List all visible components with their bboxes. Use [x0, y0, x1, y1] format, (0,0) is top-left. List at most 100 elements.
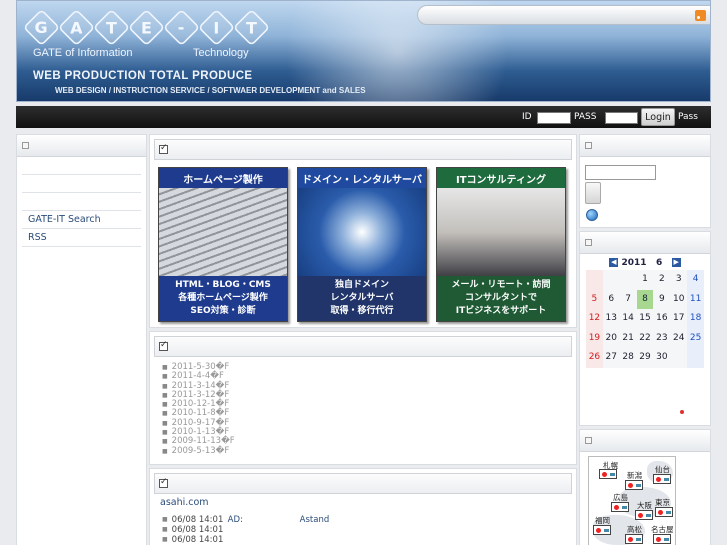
calendar-day[interactable]: 26 [586, 348, 603, 368]
left-arrow-icon[interactable]: ◀ [609, 258, 619, 267]
network-globe-image [298, 188, 426, 276]
right-arrow-icon[interactable]: ▶ [671, 258, 681, 267]
list-item[interactable]: 2009-5-13�F [162, 446, 235, 456]
logo-hex: T [92, 8, 131, 47]
calendar-day[interactable]: 30 [653, 348, 671, 368]
calendar-day [687, 348, 704, 368]
weather-icon [635, 510, 653, 520]
logo-hex: T [232, 8, 271, 47]
left-divider [22, 175, 141, 193]
weather-map[interactable]: 札幌 仙台 新潟 広島 大阪 東京 福岡 高松 名古屋 [588, 456, 676, 545]
calendar-day[interactable]: 9 [653, 289, 671, 309]
logo-subtitle-right: Technology [193, 47, 249, 59]
banner-footer: HTML・BLOG・CMS 各種ホームページ製作 SEO対策・診断 [159, 276, 287, 321]
services-block: ホームページ製作 HTML・BLOG・CMS各種ホームページ製作SEO対策・診断… [149, 134, 577, 328]
calendar-day[interactable]: 1 [636, 270, 654, 290]
news-row[interactable]: 06/08 14:01 [162, 535, 300, 545]
banner-it-consulting[interactable]: ITコンサルティング メール・リモート・訪問 コンサルタントで ITビジネスをサポー… [436, 167, 566, 322]
calendar-day[interactable]: 3 [670, 270, 688, 290]
calendar-day [586, 270, 603, 290]
checkbox-icon [159, 340, 168, 351]
calendar-block: ◀ 2011 6 ▶ 1 2 3 4 5 6 7 8 9 10 11 12 13… [579, 231, 711, 426]
globe-search-icon[interactable] [586, 209, 598, 221]
collapse-icon[interactable] [585, 437, 592, 444]
calendar-day[interactable]: 28 [619, 348, 637, 368]
login-button[interactable]: Login [641, 108, 675, 126]
site-logo[interactable]: G A T E - I T [22, 8, 271, 47]
right-sidebar: ◀ 2011 6 ▶ 1 2 3 4 5 6 7 8 9 10 11 12 13… [579, 134, 711, 545]
site-header: G A T E - I T GATE of Information Techno… [16, 0, 711, 102]
updates-block-header [154, 336, 572, 357]
calendar-day[interactable]: 18 [687, 309, 704, 329]
calendar-day [619, 270, 637, 290]
news-row[interactable]: 06/08 14:01AD:Astand [162, 515, 330, 525]
pass-input[interactable] [605, 112, 638, 124]
left-sidebar: GATE-IT Search RSS [16, 134, 147, 545]
calendar-day[interactable]: 25 [687, 328, 704, 348]
calendar-day[interactable]: 5 [586, 289, 603, 309]
weather-icon [655, 507, 673, 517]
id-label: ID [522, 112, 532, 122]
calendar-day[interactable]: 16 [653, 309, 671, 329]
login-bar: ID PASS Login Pass [16, 106, 711, 128]
calendar-day[interactable]: 20 [602, 328, 620, 348]
search-block [579, 134, 711, 228]
calendar-day[interactable]: 6 [602, 289, 620, 309]
weather-icon [593, 525, 611, 535]
checkbox-icon [159, 477, 168, 488]
calendar-day[interactable]: 23 [653, 328, 671, 348]
calendar-day[interactable]: 17 [670, 309, 688, 329]
collapse-icon[interactable] [22, 142, 29, 149]
pass-link[interactable]: Pass [678, 112, 698, 122]
logo-hex: E [127, 8, 166, 47]
calendar-day[interactable]: 12 [586, 309, 603, 329]
services-block-header [154, 139, 572, 160]
banner-domain-rental-server[interactable]: ドメイン・レンタルサーバ 独自ドメイン レンタルサーバ 取得・移行代行 [297, 167, 427, 322]
header-search-bar[interactable] [417, 5, 710, 25]
banner-title: ドメイン・レンタルサーバ [298, 168, 426, 188]
calendar-day-today[interactable]: 8 [636, 289, 654, 309]
left-menu-item-gate-it-search[interactable]: GATE-IT Search [22, 211, 141, 229]
calendar-day[interactable]: 29 [636, 348, 654, 368]
checkbox-icon [159, 143, 168, 154]
left-divider [22, 157, 141, 175]
calendar-day[interactable]: 19 [586, 328, 603, 348]
logo-hex: I [197, 8, 236, 47]
left-block-header [17, 135, 146, 157]
calendar-month: 6 [655, 258, 663, 268]
calendar-day[interactable]: 13 [602, 309, 620, 329]
pass-label: PASS [574, 112, 597, 122]
weather-icon [653, 534, 671, 544]
calendar-day[interactable]: 2 [653, 270, 671, 290]
collapse-icon[interactable] [585, 239, 592, 246]
id-input[interactable] [537, 112, 571, 124]
rss-icon[interactable] [695, 10, 706, 21]
calendar-day[interactable]: 22 [636, 328, 654, 348]
calendar-day[interactable]: 4 [687, 270, 704, 290]
logo-hex: G [22, 8, 61, 47]
calendar-day[interactable]: 21 [619, 328, 637, 348]
calendar-day[interactable]: 14 [619, 309, 637, 329]
calendar-day[interactable]: 10 [670, 289, 688, 309]
news-source-link[interactable]: asahi.com [160, 497, 209, 508]
left-divider [22, 193, 141, 211]
calendar-day[interactable]: 24 [670, 328, 688, 348]
weather-block-header [580, 430, 710, 452]
calendar-day[interactable]: 15 [636, 309, 654, 329]
calendar-day[interactable]: 27 [602, 348, 620, 368]
calendar-day[interactable]: 11 [687, 289, 704, 309]
banner-homepage-production[interactable]: ホームページ製作 HTML・BLOG・CMS 各種ホームページ製作 SEO対策・診断 [158, 167, 288, 322]
news-block-header [154, 473, 572, 494]
banner-title: ホームページ製作 [159, 168, 287, 188]
collapse-icon[interactable] [585, 142, 592, 149]
updates-block: 2011-5-30�F 2011-4-4�F 2011-3-14�F 2011-… [149, 331, 577, 465]
banner-title: ITコンサルティング [437, 168, 565, 188]
site-search-input[interactable] [585, 165, 656, 180]
site-search-button[interactable] [585, 182, 601, 204]
banner-footer: 独自ドメイン レンタルサーバ 取得・移行代行 [298, 276, 426, 321]
news-row[interactable]: 06/08 14:01 [162, 525, 300, 535]
header-subtagline: WEB DESIGN / INSTRUCTION SERVICE / SOFTW… [55, 86, 366, 95]
left-menu-item-rss[interactable]: RSS [22, 229, 141, 247]
calendar-day[interactable]: 7 [619, 289, 637, 309]
calendar-year: 2011 [621, 258, 647, 268]
